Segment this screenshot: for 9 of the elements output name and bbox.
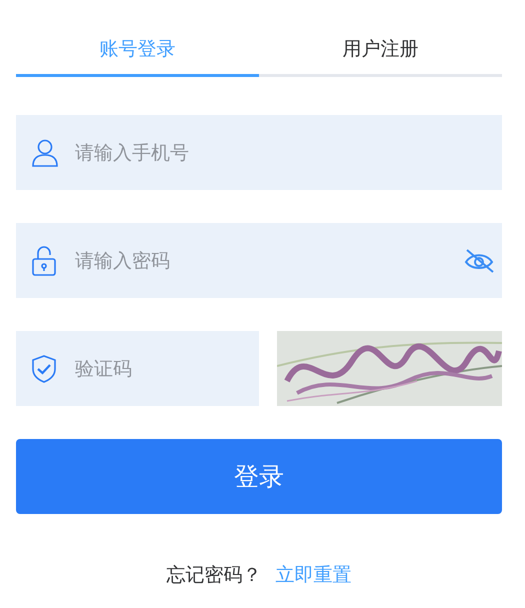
tab[interactable]: 账号登录: [16, 30, 259, 77]
hidden-eye-icon[interactable]: [464, 248, 494, 272]
input-field[interactable]: 请输入手机号: [16, 115, 502, 190]
tab[interactable]: 用户注册: [259, 30, 502, 77]
forgot-password-text: 忘记密码？: [166, 563, 262, 588]
input-field[interactable]: 请输入密码: [16, 223, 502, 298]
input-field[interactable]: 验证码: [16, 331, 259, 406]
reset-link[interactable]: 立即重置: [276, 562, 352, 588]
login-button[interactable]: 登录: [16, 439, 502, 514]
